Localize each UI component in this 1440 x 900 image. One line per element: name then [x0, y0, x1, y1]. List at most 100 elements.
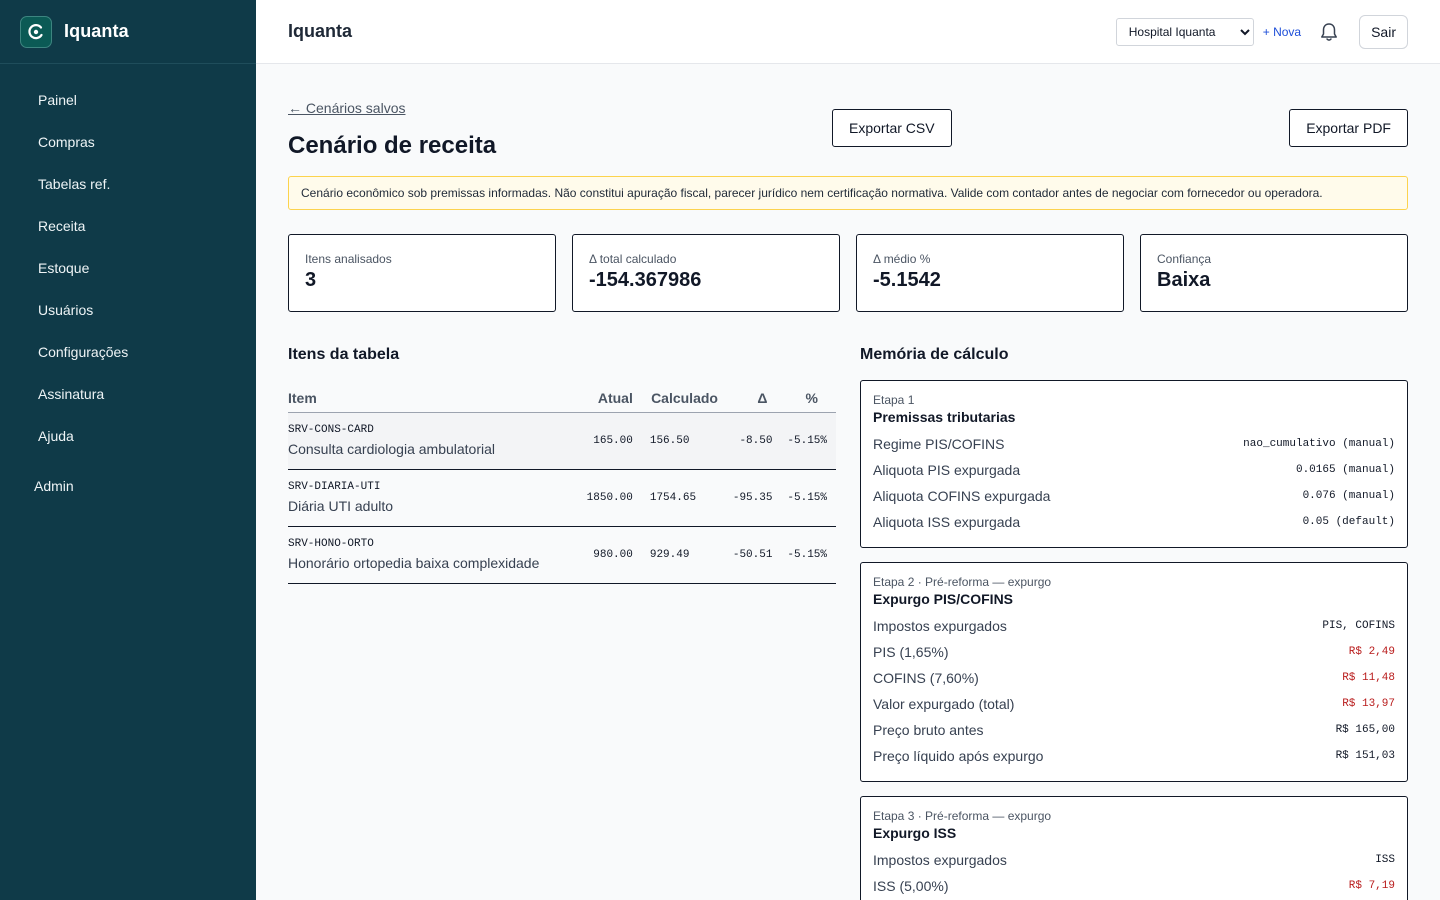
sidebar: Iquanta Painel Compras Tabelas ref. Rece… — [0, 0, 256, 900]
calculation-step-2: Etapa 2 · Pré-reforma — expurgo Expurgo … — [860, 562, 1408, 782]
sidebar-item-admin[interactable]: Admin — [0, 465, 256, 507]
step-row-value: R$ 11,48 — [1342, 672, 1395, 684]
item-code: SRV-HONO-ORTO — [288, 538, 374, 550]
items-table-section: Itens da tabela Item Atual Calculado Δ %… — [288, 346, 836, 584]
step-row-value: ISS — [1375, 854, 1395, 866]
table-row[interactable]: SRV-HONO-ORTO Honorário ortopedia baixa … — [288, 526, 836, 583]
metric-value: -154.367986 — [589, 269, 702, 291]
step-title: Expurgo PIS/COFINS — [873, 591, 1014, 607]
table-header-row: Item Atual Calculado Δ % — [288, 384, 836, 413]
page-title: Cenário de receita — [288, 132, 497, 159]
cell-delta: -50.51 — [732, 548, 773, 561]
step-row-key: ISS (5,00%) — [873, 878, 949, 894]
step-row: PIS (1,65%) R$ 2,49 — [873, 639, 1395, 665]
step-row: COFINS (7,60%) R$ 11,48 — [873, 665, 1395, 691]
step-title: Expurgo ISS — [873, 825, 957, 841]
step-row: Valor expurgado (total) R$ 13,97 — [873, 691, 1395, 717]
sidebar-item-configuracoes[interactable]: Configurações — [0, 331, 256, 373]
column-header-item: Item — [288, 384, 580, 413]
metric-items-analyzed: Itens analisados 3 — [288, 234, 556, 312]
step-row-key: Impostos expurgados — [873, 618, 1007, 634]
export-pdf-button[interactable]: Exportar PDF — [1289, 109, 1408, 147]
cell-delta: -8.50 — [739, 434, 773, 447]
step-row-key: Aliquota COFINS expurgada — [873, 488, 1051, 504]
step-label: Etapa 1 — [873, 393, 915, 407]
step-row: Aliquota ISS expurgada 0.05 (default) — [873, 509, 1395, 535]
metric-label: Confiança — [1157, 252, 1212, 266]
cell-delta: -95.35 — [732, 491, 773, 504]
step-row: Impostos expurgados ISS — [873, 847, 1395, 873]
metric-value: 3 — [305, 269, 317, 291]
step-title: Premissas tributarias — [873, 409, 1016, 425]
step-row-key: Aliquota PIS expurgada — [873, 462, 1021, 478]
metric-average-delta: Δ médio % -5.1542 — [856, 234, 1124, 312]
metric-confidence: Confiança Baixa — [1140, 234, 1408, 312]
sidebar-item-receita[interactable]: Receita — [0, 205, 256, 247]
step-row-key: Aliquota ISS expurgada — [873, 514, 1021, 530]
logout-button[interactable]: Sair — [1359, 14, 1408, 49]
item-code: SRV-DIARIA-UTI — [288, 481, 381, 493]
step-row-value: R$ 165,00 — [1335, 724, 1395, 736]
items-table-title: Itens da tabela — [288, 346, 400, 363]
item-cell: SRV-HONO-ORTO Honorário ortopedia baixa … — [288, 526, 580, 583]
cell-atual: 1850.00 — [586, 491, 633, 504]
cell-calculado: 156.50 — [649, 434, 690, 447]
cell-atual: 165.00 — [593, 434, 633, 447]
item-cell: SRV-CONS-CARD Consulta cardiologia ambul… — [288, 412, 580, 469]
sidebar-item-tabelas-ref[interactable]: Tabelas ref. — [0, 163, 256, 205]
calculation-memory-title: Memória de cálculo — [860, 346, 1009, 363]
sidebar-item-assinatura[interactable]: Assinatura — [0, 373, 256, 415]
step-row-key: Impostos expurgados — [873, 852, 1007, 868]
step-row-value: R$ 2,49 — [1348, 646, 1395, 658]
step-row-value: nao_cumulativo (manual) — [1243, 438, 1395, 450]
step-row-value: R$ 151,03 — [1335, 750, 1395, 762]
table-row[interactable]: SRV-DIARIA-UTI Diária UTI adulto 1850.00… — [288, 469, 836, 526]
cell-pct: -5.15% — [787, 434, 827, 447]
step-row-value: R$ 13,97 — [1342, 698, 1395, 710]
metric-value: -5.1542 — [873, 269, 941, 291]
disclaimer-banner: Cenário econômico sob premissas informad… — [288, 176, 1408, 210]
column-header-pct: % — [781, 384, 836, 413]
step-row-value: 0.05 (default) — [1302, 516, 1395, 528]
item-cell: SRV-DIARIA-UTI Diária UTI adulto — [288, 469, 580, 526]
metric-label: Itens analisados — [305, 252, 392, 266]
step-row-value: R$ 7,19 — [1348, 880, 1395, 892]
metric-value: Baixa — [1157, 269, 1211, 291]
metric-total-delta: Δ total calculado -154.367986 — [572, 234, 840, 312]
brand[interactable]: Iquanta — [0, 0, 256, 64]
sidebar-item-usuarios[interactable]: Usuários — [0, 289, 256, 331]
calculation-memory-section: Memória de cálculo Etapa 1 Premissas tri… — [860, 346, 1408, 900]
step-row: Preço líquido após expurgo R$ 151,03 — [873, 743, 1395, 769]
step-row-value: PIS, COFINS — [1322, 620, 1395, 632]
column-header-delta: Δ — [726, 384, 782, 413]
new-tenant-link[interactable]: + Nova — [1263, 25, 1301, 39]
step-row: Aliquota PIS expurgada 0.0165 (manual) — [873, 457, 1395, 483]
item-code: SRV-CONS-CARD — [288, 424, 374, 436]
table-row[interactable]: SRV-CONS-CARD Consulta cardiologia ambul… — [288, 412, 836, 469]
step-label: Etapa 2 · Pré-reforma — expurgo — [873, 575, 1052, 589]
tenant-select[interactable]: Hospital Iquanta — [1115, 17, 1254, 46]
step-row-key: Preço bruto antes — [873, 722, 984, 738]
step-row-value: 0.076 (manual) — [1302, 490, 1395, 502]
sidebar-item-painel[interactable]: Painel — [0, 79, 256, 121]
back-link[interactable]: ← Cenários salvos — [288, 100, 406, 116]
topbar-actions: Hospital Iquanta + Nova Sair — [1115, 14, 1408, 49]
bell-icon[interactable] — [1319, 22, 1339, 42]
export-csv-button[interactable]: Exportar CSV — [832, 109, 952, 147]
cell-atual: 980.00 — [593, 548, 633, 561]
cell-pct: -5.15% — [787, 491, 827, 504]
items-table: Item Atual Calculado Δ % SRV-CONS-CARD C… — [288, 384, 836, 584]
step-row: Preço bruto antes R$ 165,00 — [873, 717, 1395, 743]
step-row: ISS (5,00%) R$ 7,19 — [873, 873, 1395, 899]
sidebar-item-compras[interactable]: Compras — [0, 121, 256, 163]
cell-calculado: 929.49 — [649, 548, 690, 561]
sidebar-item-estoque[interactable]: Estoque — [0, 247, 256, 289]
calculation-step-3: Etapa 3 · Pré-reforma — expurgo Expurgo … — [860, 796, 1408, 900]
metrics-row: Itens analisados 3 Δ total calculado -15… — [288, 234, 1408, 312]
step-label: Etapa 3 · Pré-reforma — expurgo — [873, 809, 1052, 823]
sidebar-nav: Painel Compras Tabelas ref. Receita Esto… — [0, 64, 256, 507]
page-header-title: Iquanta — [288, 21, 353, 41]
step-row-key: COFINS (7,60%) — [873, 670, 979, 686]
sidebar-item-ajuda[interactable]: Ajuda — [0, 415, 256, 457]
step-row: Impostos expurgados PIS, COFINS — [873, 613, 1395, 639]
